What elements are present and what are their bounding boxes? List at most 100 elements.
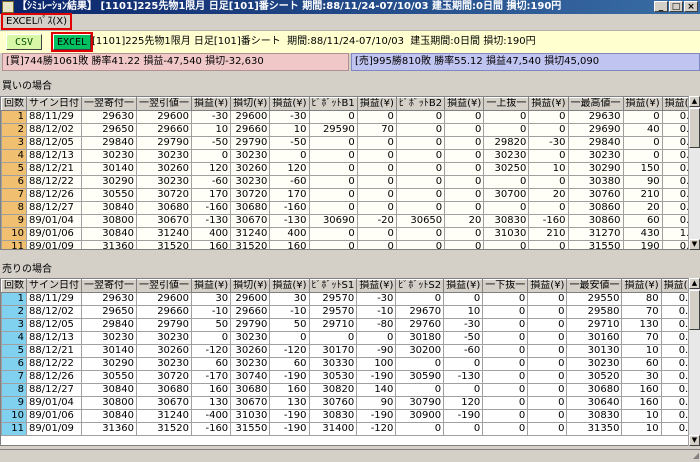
table-cell[interactable]: 190 (622, 240, 663, 249)
signal-date-cell[interactable]: 88/12/02 (26, 123, 82, 137)
table-cell[interactable]: 29790 (136, 318, 192, 332)
column-header[interactable]: ﾋﾟﾎﾞｯﾄS2 (395, 279, 445, 293)
table-cell[interactable]: 29660 (136, 305, 192, 319)
table-cell[interactable]: 30250 (483, 162, 530, 176)
table-cell[interactable]: -400 (190, 409, 232, 423)
column-header[interactable]: 一翌寄付一 (81, 279, 137, 293)
table-cell[interactable]: 0 (444, 162, 485, 176)
table-cell[interactable]: 0 (444, 110, 485, 124)
table-cell[interactable]: 0 (528, 149, 569, 163)
table-cell[interactable]: -30 (190, 110, 232, 124)
table-cell[interactable]: 30670 (230, 396, 271, 410)
scroll-up-icon[interactable]: ▲ (689, 96, 700, 107)
table-cell[interactable]: 30840 (81, 383, 137, 397)
table-cell[interactable]: 0 (527, 383, 568, 397)
table-cell[interactable]: 30720 (230, 188, 271, 202)
table-cell[interactable]: 30230 (230, 149, 271, 163)
table-cell[interactable]: 29550 (566, 292, 623, 306)
table-cell[interactable]: 30830 (566, 409, 623, 423)
column-header[interactable]: サイン日付 (26, 279, 82, 293)
table-cell[interactable]: 29630 (567, 110, 624, 124)
table-cell[interactable]: 30130 (566, 344, 623, 358)
table-cell[interactable]: 30230 (136, 149, 192, 163)
signal-date-cell[interactable]: 89/01/06 (26, 409, 82, 423)
table-cell[interactable]: -10 (269, 305, 310, 319)
column-header[interactable]: 損益(¥) (621, 279, 662, 293)
table-cell[interactable]: -160 (190, 422, 232, 436)
table-cell[interactable]: -120 (190, 344, 232, 358)
table-cell[interactable]: 29670 (395, 305, 445, 319)
table-cell[interactable]: 30690 (308, 214, 358, 228)
column-header[interactable]: 損益(¥) (190, 279, 232, 293)
table-row[interactable]: 5 88/12/21 30140 30260 120 30260 120 0 0 0 0 30250 1… (1, 162, 695, 176)
row-number[interactable]: 9 (1, 214, 27, 228)
row-number[interactable]: 7 (1, 188, 27, 202)
signal-date-cell[interactable]: 88/12/22 (26, 175, 82, 189)
table-cell[interactable]: 0 (356, 227, 397, 241)
signal-date-cell[interactable]: 88/12/27 (26, 201, 82, 215)
table-cell[interactable]: 0 (395, 123, 446, 137)
column-header[interactable]: 回数 (1, 279, 27, 293)
table-cell[interactable]: 30230 (136, 331, 192, 345)
table-cell[interactable]: 20 (444, 214, 485, 228)
table-cell[interactable]: 30900 (395, 409, 445, 423)
column-header[interactable]: 損益(¥) (269, 97, 310, 111)
table-cell[interactable]: -20 (356, 214, 397, 228)
table-cell[interactable]: 31350 (566, 422, 623, 436)
table-cell[interactable]: 400 (190, 227, 232, 241)
table-cell[interactable]: -50 (190, 136, 232, 150)
table-cell[interactable]: 30800 (81, 214, 137, 228)
table-cell[interactable]: 30 (621, 370, 662, 384)
table-cell[interactable]: -10 (356, 305, 397, 319)
table-cell[interactable]: 30680 (136, 383, 192, 397)
table-cell[interactable]: 29840 (567, 136, 624, 150)
table-cell[interactable]: 90 (356, 396, 397, 410)
table-cell[interactable]: 30590 (395, 370, 445, 384)
table-cell[interactable]: 30140 (81, 344, 137, 358)
table-cell[interactable]: 0 (395, 201, 446, 215)
table-cell[interactable]: 30680 (136, 201, 192, 215)
column-header[interactable]: 損益(¥) (190, 97, 232, 111)
table-cell[interactable]: 0 (395, 422, 445, 436)
table-cell[interactable]: 31240 (136, 409, 192, 423)
table-cell[interactable]: 30840 (81, 201, 137, 215)
table-cell[interactable]: 0 (444, 201, 485, 215)
table-cell[interactable]: 0 (528, 123, 569, 137)
table-cell[interactable]: 30820 (308, 383, 358, 397)
column-header[interactable]: 損益(¥) (622, 97, 663, 111)
table-row[interactable]: 2 88/12/02 29650 29660 -10 29660 -10 29570 -10 29… (1, 305, 695, 319)
scroll-down-icon[interactable]: ▼ (689, 435, 700, 446)
table-cell[interactable]: 29790 (136, 136, 192, 150)
table-cell[interactable]: 29760 (395, 318, 445, 332)
signal-date-cell[interactable]: 88/12/05 (26, 318, 82, 332)
column-header[interactable]: 一翌寄付一 (81, 97, 137, 111)
table-cell[interactable]: 29650 (81, 123, 137, 137)
table-cell[interactable]: 30740 (230, 370, 271, 384)
table-cell[interactable]: 0 (395, 162, 446, 176)
table-row[interactable]: 8 88/12/27 30840 30680 -160 30680 -160 0 0 0 0 0 0 30… (1, 201, 695, 215)
table-cell[interactable]: -130 (443, 370, 484, 384)
table-cell[interactable]: 30230 (566, 357, 623, 371)
sell-scrollbar[interactable]: ▲ ▼ (688, 278, 700, 446)
table-cell[interactable]: 30550 (81, 370, 137, 384)
table-cell[interactable]: 30 (190, 292, 232, 306)
table-cell[interactable]: -160 (269, 201, 310, 215)
table-cell[interactable]: 30330 (308, 357, 358, 371)
table-cell[interactable]: 0 (482, 292, 529, 306)
table-cell[interactable]: 120 (443, 396, 484, 410)
table-cell[interactable]: 30700 (483, 188, 530, 202)
table-cell[interactable]: 0 (527, 331, 568, 345)
table-cell[interactable]: 0 (395, 240, 446, 249)
table-cell[interactable]: 31270 (567, 227, 624, 241)
table-cell[interactable]: 31550 (230, 422, 271, 436)
table-cell[interactable]: 0 (482, 331, 529, 345)
row-number[interactable]: 6 (1, 357, 27, 371)
table-cell[interactable]: 0 (395, 188, 446, 202)
table-cell[interactable]: 30260 (136, 344, 192, 358)
column-header[interactable]: 一翌引値一 (136, 97, 192, 111)
table-cell[interactable]: 0 (482, 318, 529, 332)
signal-date-cell[interactable]: 89/01/04 (26, 214, 82, 228)
table-cell[interactable]: 0 (190, 149, 232, 163)
table-cell[interactable]: 30260 (230, 344, 271, 358)
table-row[interactable]: 7 88/12/26 30550 30720 170 30720 170 0 0 0 0 30700 2… (1, 188, 695, 202)
